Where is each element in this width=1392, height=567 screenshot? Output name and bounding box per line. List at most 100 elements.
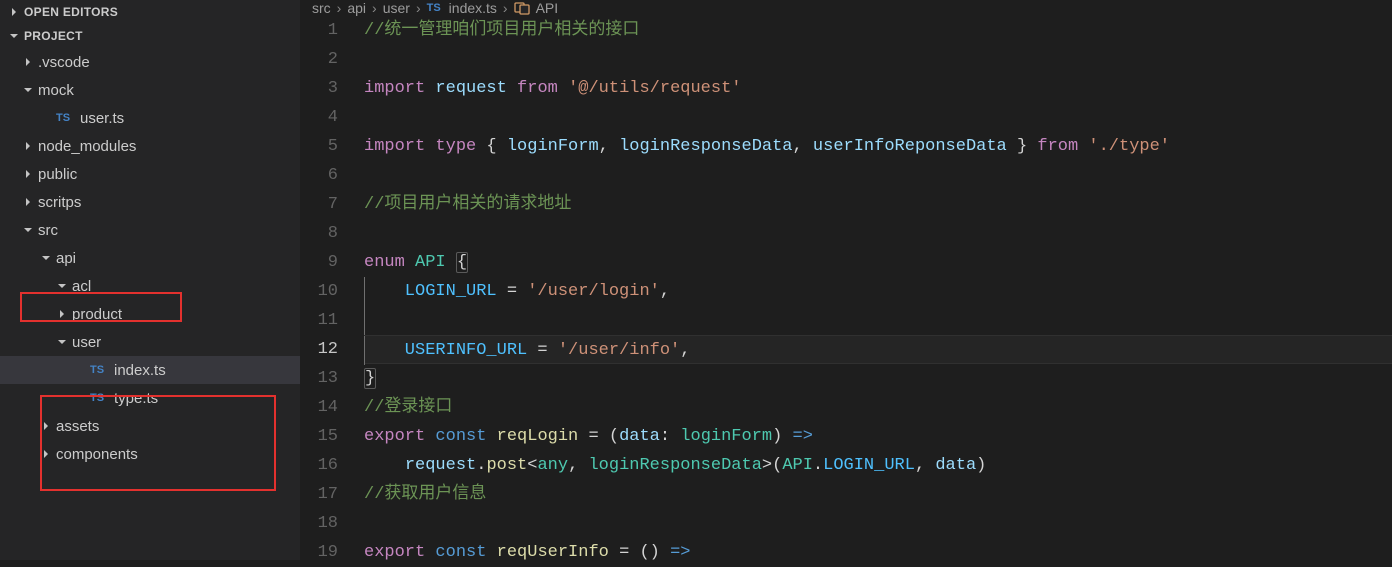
chevron-down-icon <box>20 82 36 98</box>
chevron-right-icon <box>6 4 22 20</box>
breadcrumb[interactable]: src › api › user › TS index.ts › API <box>300 0 1392 16</box>
breadcrumb-file[interactable]: index.ts <box>449 0 497 16</box>
line-number: 10 <box>300 277 338 306</box>
line-number: 7 <box>300 190 338 219</box>
code-area[interactable]: //统一管理咱们项目用户相关的接口 import request from '@/… <box>364 16 1392 567</box>
line-number: 12 <box>300 335 338 364</box>
tree-item-label: .vscode <box>38 54 90 71</box>
tree-item-label: acl <box>72 278 91 295</box>
line-number: 16 <box>300 451 338 480</box>
chevron-right-icon <box>20 138 36 154</box>
file-item[interactable]: TStype.ts <box>0 384 300 412</box>
chevron-right-icon: › <box>337 0 342 16</box>
folder-item[interactable]: node_modules <box>0 132 300 160</box>
folder-item[interactable]: mock <box>0 76 300 104</box>
folder-item[interactable]: components <box>0 440 300 468</box>
tree-item-label: scritps <box>38 194 81 211</box>
line-number: 4 <box>300 103 338 132</box>
folder-item[interactable]: acl <box>0 272 300 300</box>
tree-item-label: index.ts <box>114 362 166 379</box>
code-line[interactable] <box>364 306 1392 335</box>
code-line[interactable] <box>364 45 1392 74</box>
line-number: 15 <box>300 422 338 451</box>
chevron-right-icon <box>54 306 70 322</box>
chevron-right-icon <box>20 194 36 210</box>
chevron-down-icon <box>6 28 22 44</box>
tree-item-label: components <box>56 446 138 463</box>
folder-item[interactable]: scritps <box>0 188 300 216</box>
file-item[interactable]: TS index.ts <box>0 356 300 384</box>
code-line[interactable] <box>364 219 1392 248</box>
folder-item[interactable]: public <box>0 160 300 188</box>
blank-icon <box>72 362 88 378</box>
folder-item[interactable]: src <box>0 216 300 244</box>
line-number: 9 <box>300 248 338 277</box>
code-line[interactable]: USERINFO_URL = '/user/info', <box>364 335 1392 364</box>
breadcrumb-part[interactable]: user <box>383 0 410 16</box>
code-line[interactable]: import type { loginForm, loginResponseDa… <box>364 132 1392 161</box>
folder-item[interactable]: user <box>0 328 300 356</box>
breadcrumb-part[interactable]: src <box>312 0 331 16</box>
line-number: 14 <box>300 393 338 422</box>
breadcrumb-symbol[interactable]: API <box>536 0 559 16</box>
editor-pane: src › api › user › TS index.ts › API 123… <box>300 0 1392 560</box>
code-line[interactable]: LOGIN_URL = '/user/login', <box>364 277 1392 306</box>
code-line[interactable]: //获取用户信息 <box>364 480 1392 509</box>
code-line[interactable]: enum API { <box>364 248 1392 277</box>
line-number: 19 <box>300 538 338 567</box>
line-number: 18 <box>300 509 338 538</box>
open-editors-header[interactable]: OPEN EDITORS <box>0 0 300 24</box>
project-label: PROJECT <box>24 29 83 43</box>
line-gutter: 12345678910111213141516171819 <box>300 16 364 567</box>
tree-item-label: node_modules <box>38 138 136 155</box>
code-line[interactable]: export const reqLogin = (data: loginForm… <box>364 422 1392 451</box>
code-line[interactable]: } <box>364 364 1392 393</box>
tree-item-label: src <box>38 222 58 239</box>
code-line[interactable]: //统一管理咱们项目用户相关的接口 <box>364 16 1392 45</box>
code-line[interactable]: export const reqUserInfo = () => <box>364 538 1392 567</box>
enum-icon <box>514 0 530 16</box>
blank-icon <box>38 110 54 126</box>
folder-item[interactable]: .vscode <box>0 48 300 76</box>
line-number: 13 <box>300 364 338 393</box>
line-number: 8 <box>300 219 338 248</box>
line-number: 1 <box>300 16 338 45</box>
line-number: 11 <box>300 306 338 335</box>
tree-item-label: mock <box>38 82 74 99</box>
file-item[interactable]: TS user.ts <box>0 104 300 132</box>
ts-file-icon: TS <box>56 112 74 124</box>
project-header[interactable]: PROJECT <box>0 24 300 48</box>
chevron-right-icon: › <box>503 0 508 16</box>
code-line[interactable] <box>364 161 1392 190</box>
tree-item-label: product <box>72 306 122 323</box>
blank-icon <box>72 390 88 406</box>
chevron-right-icon <box>38 446 54 462</box>
tree-item-label: user <box>72 334 101 351</box>
chevron-down-icon <box>20 222 36 238</box>
file-tree: .vscode mock TS user.ts node_modulespublic sc… <box>0 48 300 468</box>
code-line[interactable]: //项目用户相关的请求地址 <box>364 190 1392 219</box>
folder-item[interactable]: assets <box>0 412 300 440</box>
line-number: 3 <box>300 74 338 103</box>
code-line[interactable]: import request from '@/utils/request' <box>364 74 1392 103</box>
code-line[interactable] <box>364 509 1392 538</box>
code-line[interactable]: request.post<any, loginResponseData>(API… <box>364 451 1392 480</box>
code-line[interactable]: //登录接口 <box>364 393 1392 422</box>
tree-item-label: user.ts <box>80 110 124 127</box>
code-line[interactable] <box>364 103 1392 132</box>
ts-file-icon: TS <box>90 364 108 376</box>
code-editor[interactable]: 12345678910111213141516171819 //统一管理咱们项目… <box>300 16 1392 567</box>
tree-item-label: type.ts <box>114 390 158 407</box>
chevron-down-icon <box>54 278 70 294</box>
chevron-right-icon <box>20 166 36 182</box>
line-number: 2 <box>300 45 338 74</box>
folder-item[interactable]: product <box>0 300 300 328</box>
tree-item-label: api <box>56 250 76 267</box>
ts-file-icon: TS <box>427 2 441 14</box>
chevron-down-icon <box>38 250 54 266</box>
chevron-right-icon <box>38 418 54 434</box>
folder-item[interactable]: api <box>0 244 300 272</box>
chevron-right-icon <box>20 54 36 70</box>
line-number: 17 <box>300 480 338 509</box>
breadcrumb-part[interactable]: api <box>347 0 366 16</box>
